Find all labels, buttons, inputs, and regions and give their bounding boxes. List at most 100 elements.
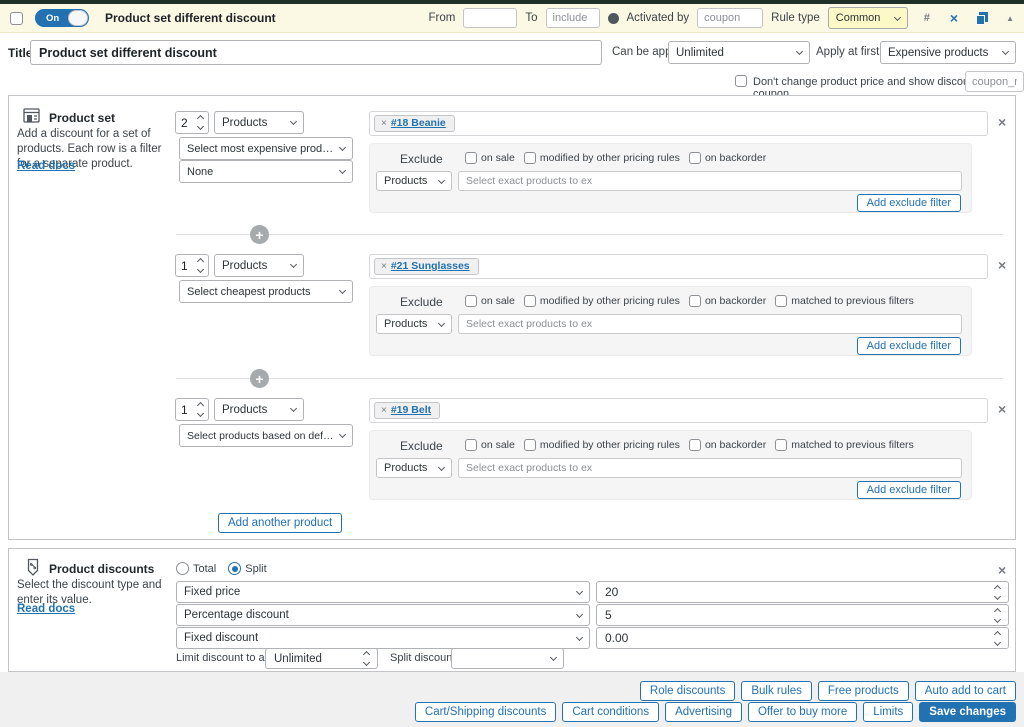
info-icon[interactable]	[608, 13, 619, 24]
remove-tag-icon[interactable]: ×	[381, 118, 387, 129]
bulk-rules-button[interactable]: Bulk rules	[741, 681, 812, 701]
product-select-field[interactable]: × #21 Sunglasses	[369, 254, 988, 279]
product-set-read-docs-link[interactable]: Read docs	[17, 160, 75, 172]
total-radio[interactable]	[176, 562, 189, 575]
sort-method-select[interactable]: Select most expensive products	[179, 137, 353, 160]
exclude-label: Exclude	[400, 439, 443, 453]
rule-id-icon[interactable]: #	[924, 12, 930, 24]
add-exclude-filter-button[interactable]: Add exclude filter	[857, 337, 961, 355]
advertising-button[interactable]: Advertising	[665, 702, 742, 722]
chevron-down-icon	[438, 463, 445, 470]
stepper-arrows-icon[interactable]	[198, 259, 203, 272]
discount-value-input[interactable]: 5	[596, 604, 1009, 626]
filter-type-select[interactable]: Products	[214, 398, 304, 421]
exclude-type-select[interactable]: Products	[376, 458, 452, 478]
split-discount-by-select[interactable]	[451, 648, 564, 669]
exclude-type-select[interactable]: Products	[376, 314, 452, 334]
on-sale-checkbox[interactable]	[465, 152, 477, 164]
remove-section-icon[interactable]: ×	[998, 563, 1006, 577]
rule-enabled-toggle[interactable]: On	[35, 9, 89, 27]
split-radio[interactable]	[228, 562, 241, 575]
chevron-down-icon	[339, 287, 346, 294]
auto-add-to-cart-button[interactable]: Auto add to cart	[915, 681, 1016, 701]
modified-checkbox[interactable]	[524, 152, 536, 164]
add-another-product-button[interactable]: Add another product	[218, 513, 342, 533]
row-divider	[176, 234, 1003, 235]
free-products-button[interactable]: Free products	[818, 681, 909, 701]
product-select-field[interactable]: × #18 Beanie	[369, 111, 988, 136]
chevron-down-icon	[290, 118, 297, 125]
product-tag-link[interactable]: #18 Beanie	[391, 117, 446, 129]
add-filter-plus-button[interactable]: +	[250, 369, 269, 388]
on-sale-checkbox[interactable]	[465, 295, 477, 307]
activated-by-input[interactable]	[697, 8, 763, 28]
filter-type-select[interactable]: Products	[214, 111, 304, 134]
stepper-arrows-icon[interactable]	[995, 586, 1000, 599]
backorder-checkbox[interactable]	[689, 152, 701, 164]
remove-row-icon[interactable]: ×	[998, 258, 1006, 272]
filter-type-select[interactable]: Products	[214, 254, 304, 277]
show-as-coupon-checkbox[interactable]	[735, 75, 747, 87]
matched-previous-checkbox[interactable]	[775, 439, 787, 451]
sort-method-select[interactable]: Select cheapest products	[179, 280, 353, 303]
exclude-products-input[interactable]	[458, 314, 962, 334]
collapse-icon[interactable]: ▲	[1006, 14, 1014, 23]
chevron-down-icon	[290, 261, 297, 268]
coupon-name-input[interactable]	[965, 71, 1024, 92]
rule-select-checkbox[interactable]	[10, 12, 23, 25]
delete-rule-icon[interactable]: ×	[950, 10, 958, 26]
exclude-label: Exclude	[400, 295, 443, 309]
product-tag-link[interactable]: #19 Belt	[391, 404, 431, 416]
discount-type-select[interactable]: Fixed discount	[176, 627, 590, 649]
exclude-products-input[interactable]	[458, 458, 962, 478]
cart-conditions-button[interactable]: Cart conditions	[562, 702, 659, 722]
add-exclude-filter-button[interactable]: Add exclude filter	[857, 481, 961, 499]
modified-checkbox[interactable]	[524, 295, 536, 307]
qty-stepper[interactable]: 1	[175, 254, 209, 277]
qty-stepper[interactable]: 1	[175, 398, 209, 421]
exclude-products-input[interactable]	[458, 171, 962, 191]
stepper-arrows-icon[interactable]	[364, 652, 369, 665]
limit-discount-input[interactable]: Unlimited	[265, 648, 378, 669]
limits-button[interactable]: Limits	[863, 702, 913, 722]
apply-first-select[interactable]: Expensive products	[880, 41, 1016, 64]
add-filter-plus-button[interactable]: +	[250, 225, 269, 244]
stepper-arrows-icon[interactable]	[995, 609, 1000, 622]
qty-stepper[interactable]: 2	[175, 111, 209, 134]
product-discounts-read-docs-link[interactable]: Read docs	[17, 603, 75, 615]
remove-tag-icon[interactable]: ×	[381, 261, 387, 272]
backorder-checkbox[interactable]	[689, 439, 701, 451]
chevron-down-icon	[339, 167, 346, 174]
backorder-checkbox[interactable]	[689, 295, 701, 307]
duplicate-rule-icon[interactable]	[976, 12, 988, 25]
matched-previous-checkbox[interactable]	[775, 295, 787, 307]
role-discounts-button[interactable]: Role discounts	[640, 681, 735, 701]
stepper-arrows-icon[interactable]	[198, 403, 203, 416]
discount-type-select[interactable]: Fixed price	[176, 581, 590, 603]
remove-row-icon[interactable]: ×	[998, 402, 1006, 416]
remove-row-icon[interactable]: ×	[998, 115, 1006, 129]
from-input[interactable]	[463, 8, 517, 28]
product-tag-link[interactable]: #21 Sunglasses	[391, 260, 470, 272]
exclude-type-select[interactable]: Products	[376, 171, 452, 191]
remove-tag-icon[interactable]: ×	[381, 405, 387, 416]
stepper-arrows-icon[interactable]	[995, 632, 1000, 645]
can-be-applied-select[interactable]: Unlimited	[668, 41, 810, 64]
modified-checkbox[interactable]	[524, 439, 536, 451]
offer-to-buy-more-button[interactable]: Offer to buy more	[748, 702, 857, 722]
stepper-arrows-icon[interactable]	[198, 116, 203, 129]
rule-type-select[interactable]: Common	[828, 7, 908, 29]
chevron-down-icon	[438, 319, 445, 326]
extra-option-select[interactable]: None	[179, 160, 353, 183]
discount-value-input[interactable]: 0.00	[596, 627, 1009, 649]
save-changes-button[interactable]: Save changes	[919, 702, 1016, 722]
discount-type-select[interactable]: Percentage discount	[176, 604, 590, 626]
product-select-field[interactable]: × #19 Belt	[369, 398, 988, 423]
on-sale-checkbox[interactable]	[465, 439, 477, 451]
discount-value-input[interactable]: 20	[596, 581, 1009, 603]
cart-shipping-discounts-button[interactable]: Cart/Shipping discounts	[415, 702, 556, 722]
sort-method-select[interactable]: Select products based on default sorting	[179, 424, 353, 447]
title-input[interactable]	[30, 40, 602, 65]
add-exclude-filter-button[interactable]: Add exclude filter	[857, 194, 961, 212]
to-input[interactable]	[546, 8, 600, 28]
